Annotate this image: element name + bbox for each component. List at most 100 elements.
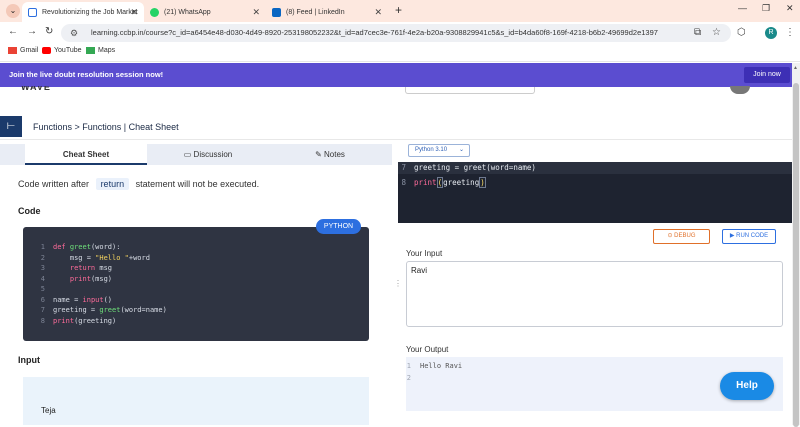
code-line: 3 return msg: [23, 263, 369, 274]
forward-icon[interactable]: →: [27, 26, 37, 37]
your-input-label: Your Input: [406, 249, 443, 258]
announcement-banner: Join the live doubt resolution session n…: [0, 63, 792, 87]
breadcrumb[interactable]: Functions > Functions | Cheat Sheet: [33, 122, 179, 132]
browser-tab-whatsapp[interactable]: (21) WhatsApp ✕: [144, 2, 266, 22]
editor-line: 7 greeting = greet(word=name): [398, 162, 535, 174]
bookmark-label: YouTube: [54, 47, 82, 54]
line-number: 2: [40, 253, 45, 262]
address-bar[interactable]: ⚙ learning.ccbp.in/course?c_id=a6454e48-…: [61, 24, 731, 42]
new-tab-button[interactable]: +: [395, 3, 402, 17]
site-logo[interactable]: WAVE: [21, 86, 51, 92]
bookmark-label: Maps: [98, 47, 116, 54]
line-number: 7: [401, 163, 406, 172]
code-line: 6 name = input(): [23, 295, 369, 306]
line-number: 2: [406, 374, 411, 382]
browser-tab-linkedin[interactable]: (8) Feed | LinkedIn ✕: [266, 2, 388, 22]
close-tab-icon[interactable]: ✕: [374, 7, 382, 18]
url-text: learning.ccbp.in/course?c_id=a6454e48-d0…: [91, 28, 658, 37]
chevron-down-icon: ⌄: [458, 147, 464, 153]
code-line: 7 greeting = greet(word=name): [23, 305, 369, 316]
tab-discussion[interactable]: ▭ Discussion: [147, 144, 269, 165]
close-window-icon[interactable]: ✕: [786, 3, 794, 14]
python-language-badge: PYTHON: [316, 219, 361, 234]
user-avatar[interactable]: [730, 86, 750, 94]
line-number: 1: [406, 362, 411, 370]
bookmark-maps[interactable]: Maps: [86, 47, 115, 54]
bookmark-youtube[interactable]: YouTube: [42, 47, 82, 54]
site-info-icon[interactable]: ⚙: [70, 24, 78, 42]
bookmark-star-icon[interactable]: ☆: [712, 27, 721, 38]
code-editor[interactable]: 7 greeting = greet(word=name) 8 print(gree…: [398, 162, 792, 223]
close-tab-icon[interactable]: ✕: [130, 7, 138, 18]
install-app-icon[interactable]: ⧉: [694, 27, 701, 38]
minimize-icon[interactable]: —: [738, 3, 747, 13]
banner-text: Join the live doubt resolution session n…: [9, 70, 164, 79]
code-line: 1 def greet(word):: [23, 242, 369, 253]
output-text: Hello Ravi: [420, 362, 463, 370]
discussion-icon: ▭: [183, 150, 194, 159]
close-tab-icon[interactable]: ✕: [252, 7, 260, 18]
reload-icon[interactable]: ↻: [45, 26, 53, 37]
browser-menu-icon[interactable]: ⋮: [785, 27, 795, 38]
tab-title: (21) WhatsApp: [164, 8, 211, 16]
whatsapp-favicon-icon: [150, 7, 159, 17]
back-icon[interactable]: ←: [8, 26, 18, 37]
browser-tab-bar: ⌄ Revolutionizing the Job Market ✕ (21) …: [0, 0, 800, 22]
maps-icon: [86, 47, 95, 54]
run-label: RUN CODE: [736, 233, 769, 239]
debug-label: DEBUG: [674, 233, 696, 239]
code-line: 4 print(msg): [23, 274, 369, 285]
youtube-icon: [42, 47, 51, 54]
scrollbar-thumb[interactable]: [793, 83, 799, 427]
tab-cheat-sheet[interactable]: Cheat Sheet: [25, 144, 147, 165]
code-line: 8 print(greeting): [23, 316, 369, 327]
linkedin-favicon-icon: [272, 7, 281, 17]
tab-label: Discussion: [193, 150, 233, 159]
line-number: 3: [40, 264, 45, 272]
tab-search-icon[interactable]: ⌄: [6, 4, 20, 18]
your-input-field[interactable]: Ravi: [406, 261, 783, 327]
tab-label: Cheat Sheet: [62, 150, 110, 159]
editor-line: 8 print(greeting): [398, 177, 486, 189]
bookmark-label: Gmail: [20, 47, 39, 54]
line-number: 1: [40, 243, 45, 251]
code-block: 1 def greet(word): 2 msg = "Hello "+word …: [23, 227, 369, 341]
note-keyword: return: [95, 178, 130, 190]
output-line: 2: [406, 372, 420, 384]
output-line: 1 Hello Ravi: [406, 360, 462, 372]
bookmarks-bar: Gmail YouTube Maps: [0, 44, 800, 62]
language-select[interactable]: Python 3.10 ⌄: [408, 144, 470, 157]
scroll-up-icon[interactable]: ▲: [793, 65, 798, 71]
browser-tab-ccbp[interactable]: Revolutionizing the Job Market ✕: [22, 2, 144, 22]
sample-input-box: Teja: [23, 377, 369, 425]
debug-button[interactable]: ⊙ DEBUG: [653, 229, 710, 244]
line-number: 8: [40, 316, 45, 325]
sidebar-toggle-icon[interactable]: ⊢: [0, 116, 22, 137]
tab-title: (8) Feed | LinkedIn: [286, 8, 345, 16]
sample-input-value: Teja: [41, 406, 56, 415]
extensions-icon[interactable]: ⬡: [737, 27, 746, 38]
bookmark-gmail[interactable]: Gmail: [8, 47, 38, 54]
resize-handle-icon[interactable]: ⋮: [394, 279, 402, 288]
ccbp-favicon-icon: [28, 7, 37, 17]
left-panel-tabs: Cheat Sheet ▭ Discussion ✎ Notes: [0, 144, 392, 165]
language-value: Python 3.10: [415, 147, 448, 153]
your-output-label: Your Output: [406, 345, 449, 354]
join-now-button[interactable]: Join now: [744, 67, 790, 83]
tab-notes[interactable]: ✎ Notes: [269, 144, 391, 165]
tab-title: Revolutionizing the Job Market: [42, 8, 138, 16]
tab-label: Notes: [324, 150, 345, 159]
line-number: 4: [40, 274, 45, 283]
profile-avatar[interactable]: R: [765, 27, 777, 39]
your-input-value: Ravi: [411, 266, 428, 275]
line-number: 7: [40, 306, 45, 314]
help-button[interactable]: Help: [720, 372, 774, 400]
run-code-button[interactable]: ▶ RUN CODE: [722, 229, 776, 244]
code-line: 2 msg = "Hello "+word: [23, 253, 369, 264]
line-number: 5: [40, 285, 45, 293]
line-number: 6: [40, 295, 45, 304]
maximize-icon[interactable]: ❐: [762, 3, 770, 14]
header-search-box[interactable]: [405, 87, 535, 94]
page-scrollbar[interactable]: ▲: [792, 63, 800, 427]
cheat-sheet-note: Code written after return statement will…: [18, 178, 259, 190]
